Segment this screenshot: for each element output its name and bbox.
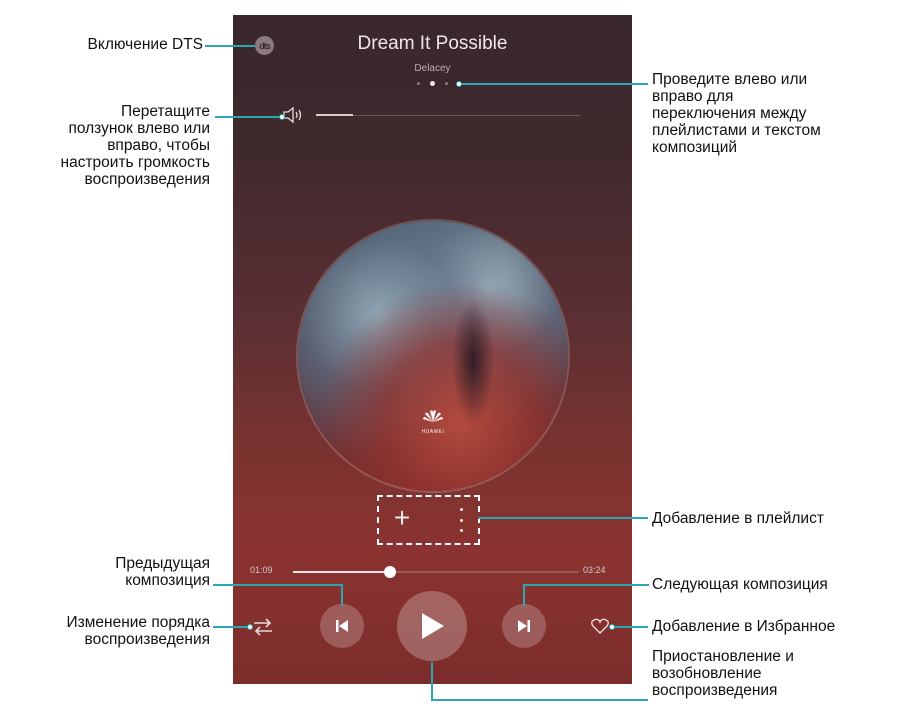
callout-line bbox=[431, 699, 648, 701]
page-dot bbox=[445, 82, 448, 85]
heart-icon[interactable] bbox=[591, 618, 609, 634]
play-icon bbox=[422, 613, 444, 639]
callout-line bbox=[213, 626, 249, 628]
logo-text: HUAWEI bbox=[421, 429, 445, 435]
callout-line bbox=[341, 584, 343, 606]
callout-line bbox=[213, 584, 341, 586]
next-icon bbox=[518, 620, 530, 632]
page-dot-active bbox=[430, 81, 435, 86]
total-time: 03:24 bbox=[583, 565, 606, 575]
callout-line bbox=[612, 626, 648, 628]
volume-icon bbox=[283, 106, 302, 124]
annotation-playlist-add: Добавление в плейлист bbox=[652, 510, 824, 527]
progress-knob[interactable] bbox=[384, 566, 397, 578]
annotation-previous: Предыдущая композиция bbox=[115, 555, 210, 589]
annotation-next: Следующая композиция bbox=[652, 576, 828, 593]
next-button[interactable] bbox=[502, 604, 546, 648]
annotation-volume: Перетащите ползунок влево или вправо, чт… bbox=[60, 103, 210, 188]
annotation-play-pause: Приостановление и возобновление воспроиз… bbox=[652, 648, 794, 699]
callout-line bbox=[459, 83, 648, 85]
artist-name: Delacey bbox=[414, 63, 451, 74]
huawei-logo-icon bbox=[423, 410, 443, 422]
huawei-logo: HUAWEI bbox=[418, 409, 448, 435]
callout-dot bbox=[247, 624, 253, 630]
annotation-favorite: Добавление в Избранное bbox=[652, 618, 836, 635]
current-time: 01:09 bbox=[250, 565, 273, 575]
callout-line bbox=[478, 517, 648, 519]
page-dot bbox=[417, 82, 420, 85]
song-title: Dream It Possible bbox=[357, 33, 508, 54]
callout-line bbox=[215, 116, 281, 118]
volume-slider-fill bbox=[316, 114, 354, 116]
volume-slider[interactable] bbox=[316, 114, 581, 116]
shuffle-icon[interactable] bbox=[252, 616, 274, 638]
more-icon[interactable] bbox=[458, 508, 464, 532]
annotation-swipe: Проведите влево или вправо для переключе… bbox=[652, 71, 821, 156]
previous-icon bbox=[336, 620, 348, 632]
progress-bar[interactable] bbox=[293, 566, 579, 578]
callout-line bbox=[523, 584, 525, 606]
callout-line bbox=[205, 45, 255, 47]
callout-dot bbox=[609, 624, 615, 630]
previous-button[interactable] bbox=[320, 604, 364, 648]
callout-line bbox=[523, 584, 649, 586]
callout-dot bbox=[279, 114, 285, 120]
annotation-dts: Включение DTS bbox=[87, 36, 203, 53]
progress-fill bbox=[293, 571, 391, 573]
callout-dot bbox=[456, 81, 462, 87]
annotation-shuffle: Изменение порядка воспроизведения bbox=[66, 614, 211, 648]
plus-icon[interactable]: + bbox=[390, 504, 414, 532]
page-indicator[interactable] bbox=[417, 81, 448, 86]
callout-line bbox=[431, 662, 433, 701]
album-cover[interactable]: HUAWEI bbox=[298, 221, 568, 491]
play-button[interactable] bbox=[397, 591, 467, 661]
